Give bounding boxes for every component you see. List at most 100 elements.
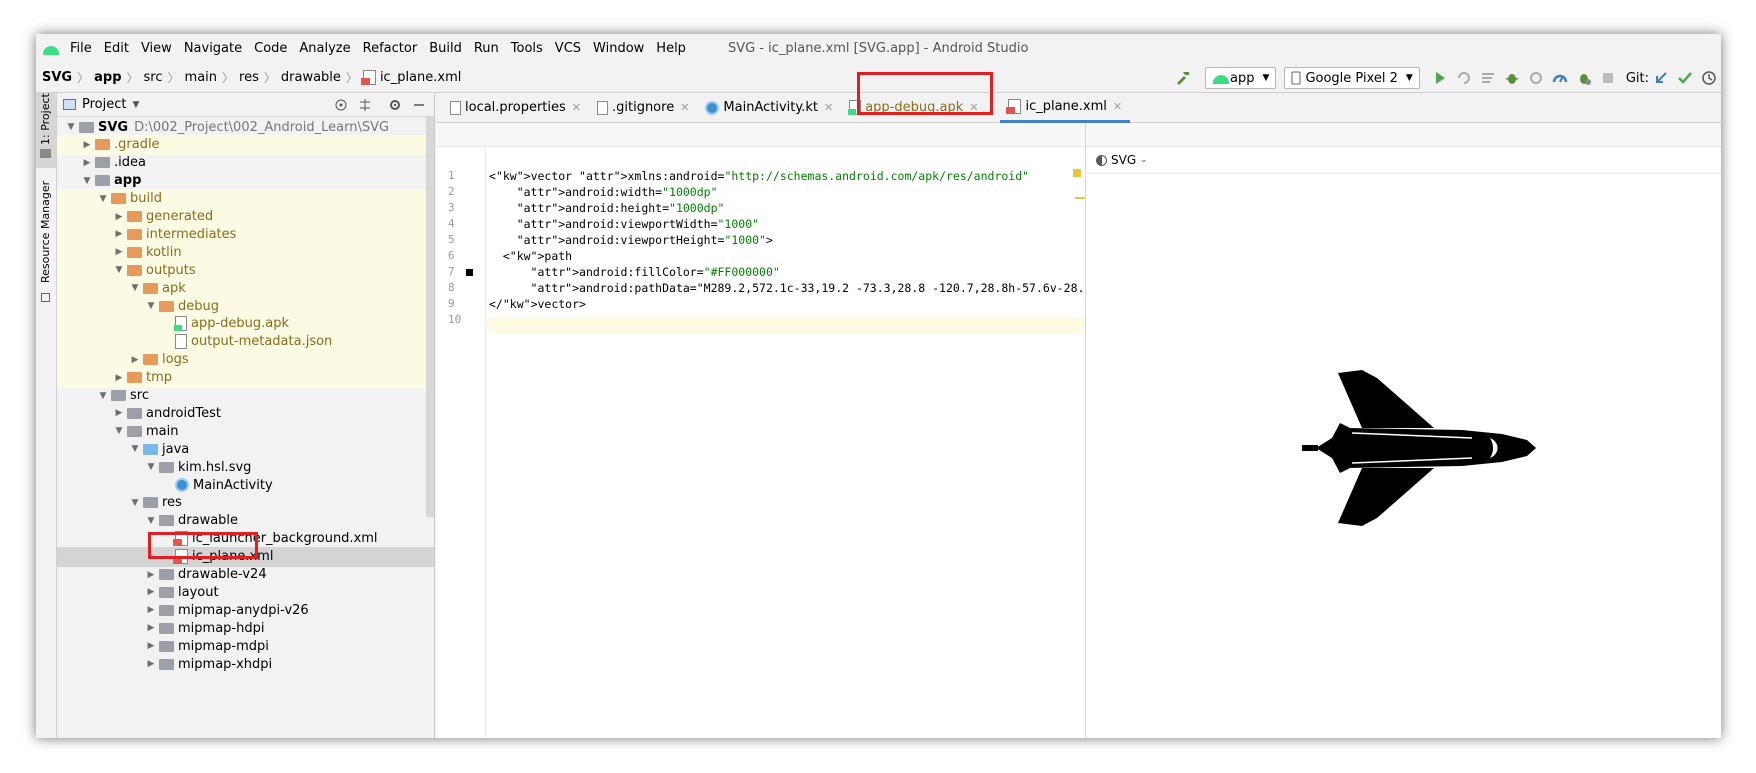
expand-arrow-right-icon[interactable]: ▶ <box>111 229 127 239</box>
code-line[interactable]: "attr">android:width="1000dp" <box>489 185 718 199</box>
locate-file-icon[interactable] <box>334 98 348 112</box>
expand-arrow-down-icon[interactable]: ▼ <box>127 498 143 508</box>
expand-arrow-right-icon[interactable]: ▶ <box>143 623 159 633</box>
build-hammer-icon[interactable] <box>1175 70 1191 86</box>
run-play-icon[interactable] <box>1432 70 1448 86</box>
close-tab-icon[interactable]: ✕ <box>824 101 833 114</box>
close-tab-icon[interactable]: ✕ <box>680 101 689 114</box>
warning-marker-icon[interactable] <box>1073 169 1081 177</box>
crumb-res[interactable]: res <box>239 70 259 85</box>
expand-arrow-right-icon[interactable]: ▶ <box>111 212 127 222</box>
expand-arrow-down-icon[interactable]: ▼ <box>127 444 143 454</box>
resource-manager-tool-tab[interactable]: Resource Manager <box>36 173 56 313</box>
scroll-marker[interactable] <box>1075 197 1085 199</box>
crumb-app[interactable]: app <box>94 70 121 85</box>
code-line[interactable]: "attr">android:fillColor="#FF000000" <box>489 265 780 279</box>
folder-icon <box>159 658 174 670</box>
expand-arrow-right-icon[interactable]: ▶ <box>79 158 95 168</box>
folder-icon <box>127 407 142 419</box>
crumb-ic-plane[interactable]: ic_plane.xml <box>380 70 461 85</box>
project-scrollbar[interactable] <box>426 117 434 517</box>
editor-tab[interactable]: ic_plane.xml ✕ <box>1000 93 1131 123</box>
menu-view[interactable]: View <box>141 41 172 56</box>
gear-icon[interactable] <box>388 98 402 112</box>
text-file-icon <box>450 100 461 115</box>
expand-arrow-right-icon[interactable]: ▶ <box>127 355 143 365</box>
crumb-main[interactable]: main <box>185 70 217 85</box>
expand-arrow-down-icon[interactable]: ▼ <box>143 301 159 311</box>
menu-edit[interactable]: Edit <box>104 41 129 56</box>
apply-code-changes-icon[interactable] <box>1480 70 1496 86</box>
code-line[interactable]: "attr">android:height="1000dp" <box>489 201 725 215</box>
device-select[interactable]: Google Pixel 2 ▼ <box>1284 67 1420 89</box>
git-history-clock-icon[interactable] <box>1701 70 1717 86</box>
project-view-select[interactable]: Project <box>82 97 126 112</box>
crumb-src[interactable]: src <box>144 70 163 85</box>
expand-arrow-right-icon[interactable]: ▶ <box>143 659 159 669</box>
menu-window[interactable]: Window <box>593 41 644 56</box>
apply-changes-icon[interactable] <box>1456 70 1472 86</box>
menu-vcs[interactable]: VCS <box>555 41 581 56</box>
menu-tools[interactable]: Tools <box>511 41 543 56</box>
preview-render-select[interactable]: SVG <box>1111 153 1136 167</box>
code-editor[interactable]: 1 2 3 4 5 6 7 8 9 10 <"kw">vector "attr">xmlns:an… <box>436 123 1112 738</box>
hide-panel-icon[interactable] <box>412 98 426 112</box>
close-tab-icon[interactable]: ✕ <box>1113 100 1122 113</box>
expand-arrow-down-icon[interactable]: ▼ <box>63 122 79 132</box>
expand-arrow-down-icon[interactable]: ▼ <box>143 462 159 472</box>
expand-arrow-down-icon[interactable]: ▼ <box>95 194 111 204</box>
menu-refactor[interactable]: Refactor <box>363 41 418 56</box>
expand-arrow-down-icon[interactable]: ▼ <box>143 516 159 526</box>
debug-bug-icon[interactable] <box>1504 70 1520 86</box>
color-swatch-icon[interactable] <box>466 269 473 276</box>
git-commit-check-icon[interactable] <box>1677 70 1693 86</box>
code-line[interactable]: "attr">android:pathData="M289.2,572.1c-3… <box>489 281 1113 295</box>
expand-arrow-right-icon[interactable]: ▶ <box>143 587 159 597</box>
code-line[interactable]: "attr">android:viewportWidth="1000" <box>489 217 759 231</box>
menu-analyze[interactable]: Analyze <box>299 41 350 56</box>
folder-icon <box>159 640 174 652</box>
chevron-down-icon: ▼ <box>1405 73 1413 83</box>
menu-navigate[interactable]: Navigate <box>184 41 242 56</box>
chevron-down-icon[interactable]: ⌄ <box>1140 155 1148 165</box>
close-tab-icon[interactable]: ✕ <box>572 101 581 114</box>
chevron-down-icon[interactable]: ▼ <box>132 100 139 110</box>
expand-arrow-right-icon[interactable]: ▶ <box>111 247 127 257</box>
expand-arrow-down-icon[interactable]: ▼ <box>95 391 111 401</box>
editor-tab[interactable]: local.properties ✕ <box>442 93 589 123</box>
expand-arrow-right-icon[interactable]: ▶ <box>143 570 159 580</box>
menu-file[interactable]: File <box>70 41 92 56</box>
tree-item[interactable]: ▶ mipmap-xhdpi <box>57 654 434 674</box>
preview-top-bar <box>1086 123 1721 147</box>
code-line[interactable]: "attr">android:viewportHeight="1000"> <box>489 233 773 247</box>
expand-arrow-right-icon[interactable]: ▶ <box>143 641 159 651</box>
expand-arrow-right-icon[interactable]: ▶ <box>111 373 127 383</box>
crumb-drawable[interactable]: drawable <box>281 70 341 85</box>
stop-icon[interactable] <box>1600 70 1616 86</box>
project-tool-tab[interactable]: 1: Project <box>36 93 56 168</box>
expand-arrow-down-icon[interactable]: ▼ <box>111 265 127 275</box>
crumb-svg[interactable]: SVG <box>42 70 72 85</box>
menu-help[interactable]: Help <box>656 41 686 56</box>
collapse-all-icon[interactable] <box>358 98 372 112</box>
editor-tab[interactable]: .gitignore ✕ <box>589 93 697 123</box>
expand-arrow-down-icon[interactable]: ▼ <box>111 426 127 436</box>
code-line[interactable]: </"kw">vector> <box>489 297 586 311</box>
attach-debugger-icon[interactable] <box>1576 70 1592 86</box>
expand-arrow-down-icon[interactable]: ▼ <box>127 283 143 293</box>
tree-item-label: drawable <box>178 513 239 529</box>
menu-code[interactable]: Code <box>254 41 287 56</box>
expand-arrow-right-icon[interactable]: ▶ <box>143 605 159 615</box>
menu-run[interactable]: Run <box>474 41 499 56</box>
run-config-select[interactable]: app ▼ <box>1205 67 1277 89</box>
menu-build[interactable]: Build <box>429 41 462 56</box>
profile-icon[interactable] <box>1528 70 1544 86</box>
expand-arrow-right-icon[interactable]: ▶ <box>111 408 127 418</box>
git-update-icon[interactable] <box>1653 70 1669 86</box>
editor-tab[interactable]: MainActivity.kt ✕ <box>697 93 841 123</box>
code-line[interactable]: <"kw">path <box>489 249 572 263</box>
expand-arrow-right-icon[interactable]: ▶ <box>79 140 95 150</box>
profiler-gauge-icon[interactable] <box>1552 70 1568 86</box>
expand-arrow-down-icon[interactable]: ▼ <box>79 176 95 186</box>
code-line[interactable]: <"kw">vector "attr">xmlns:android="http:… <box>489 169 1029 183</box>
